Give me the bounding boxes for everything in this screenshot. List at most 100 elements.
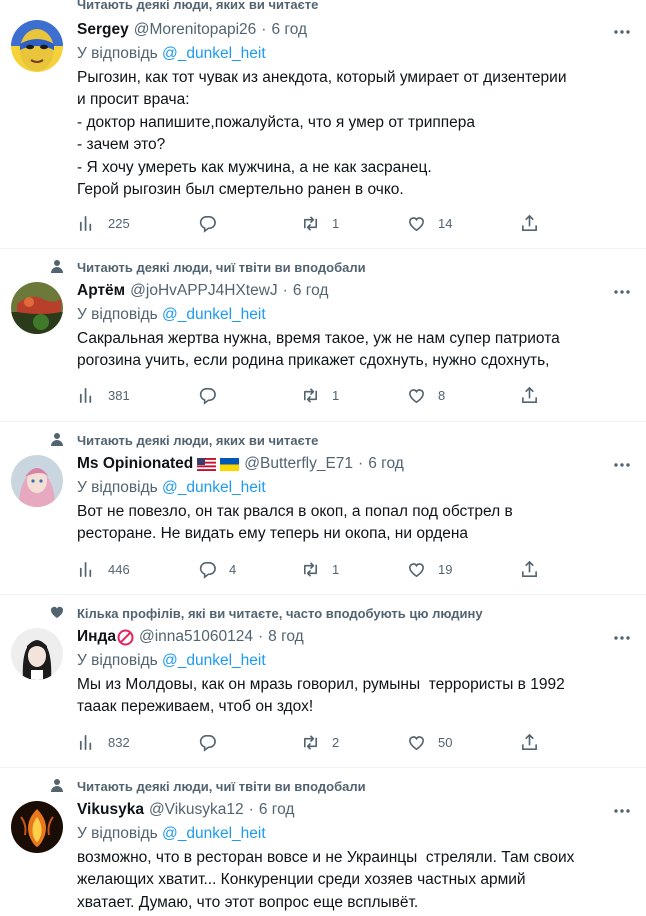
user-handle[interactable]: @inna51060124	[139, 628, 253, 646]
timestamp[interactable]: 6 год	[259, 801, 295, 819]
reply-context: У відповідь @_dunkel_heit	[77, 825, 266, 843]
retweet-count: 1	[332, 562, 340, 577]
person-icon	[51, 779, 63, 792]
like-icon	[409, 736, 424, 751]
reply-icon	[199, 388, 216, 405]
reply-context: У відповідь @_dunkel_heit	[77, 45, 266, 63]
tweet[interactable]: Читають деякі люди, чиї твіти ви вподоба…	[0, 249, 646, 421]
like-button[interactable]: 50	[407, 733, 458, 752]
more-icon[interactable]	[612, 282, 632, 302]
views-button[interactable]: 446	[77, 560, 130, 579]
tweet-text: возможно, что в ресторан вовсе и не Укра…	[77, 849, 575, 911]
avatar[interactable]	[11, 20, 63, 72]
no-entry-icon	[117, 629, 134, 645]
like-count: 14	[438, 216, 453, 231]
user-handle[interactable]: @Vikusyka12	[149, 801, 244, 819]
reply-button[interactable]	[198, 733, 249, 752]
reply-user-link[interactable]: @_dunkel_heit	[162, 479, 266, 496]
separator-dot: ·	[282, 282, 288, 299]
retweet-button[interactable]: 2	[301, 733, 352, 752]
share-button[interactable]	[520, 560, 551, 579]
tweet-text: Сакральная жертва нужна, время такое, уж…	[77, 330, 560, 370]
reply-icon	[199, 216, 216, 233]
share-button[interactable]	[520, 733, 551, 752]
display-name[interactable]: Ms Opinionated	[77, 455, 193, 473]
more-icon[interactable]	[612, 628, 632, 648]
person-icon	[51, 433, 63, 446]
social-context: Читають деякі люди, яких ви читаєте	[77, 0, 319, 12]
like-button[interactable]: 19	[407, 560, 458, 579]
reply-button[interactable]	[198, 386, 249, 405]
views-icon	[79, 734, 92, 751]
action-bar: 446 4 1 19	[77, 560, 547, 582]
retweet-button[interactable]: 1	[301, 386, 352, 405]
tweet[interactable]: Читають деякі люди, яких ви читаєте Serg…	[0, 0, 646, 248]
retweet-button[interactable]: 1	[301, 214, 352, 233]
retweet-button[interactable]: 1	[301, 560, 352, 579]
timestamp[interactable]: 6 год	[368, 455, 404, 473]
tweet[interactable]: Читають деякі люди, яких ви читаєте Ms O…	[0, 422, 646, 594]
timestamp[interactable]: 6 год	[293, 282, 329, 300]
views-button[interactable]: 832	[77, 733, 130, 752]
ukraine-flag-icon	[220, 457, 240, 471]
avatar[interactable]	[11, 801, 63, 853]
share-button[interactable]	[520, 386, 551, 405]
views-icon	[79, 561, 92, 578]
tweet[interactable]: Читають деякі люди, чиї твіти ви вподоба…	[0, 768, 646, 916]
reply-prefix: У відповідь	[77, 479, 158, 496]
reply-user-link[interactable]: @_dunkel_heit	[162, 45, 266, 62]
views-button[interactable]: 225	[77, 214, 130, 233]
views-count: 832	[108, 735, 130, 750]
retweet-icon	[303, 562, 318, 577]
display-name[interactable]: Инда	[77, 628, 116, 646]
reply-user-link[interactable]: @_dunkel_heit	[162, 652, 266, 669]
views-count: 225	[108, 216, 130, 231]
views-button[interactable]: 381	[77, 386, 130, 405]
reply-prefix: У відповідь	[77, 825, 158, 842]
user-handle[interactable]: @joHvAPPJ4HXtewJ	[130, 282, 278, 300]
reply-context: У відповідь @_dunkel_heit	[77, 306, 266, 324]
more-icon[interactable]	[612, 22, 632, 42]
separator-dot: ·	[358, 455, 364, 472]
more-icon[interactable]	[612, 455, 632, 475]
reply-button[interactable]	[198, 214, 249, 233]
reply-prefix: У відповідь	[77, 652, 158, 669]
separator-dot: ·	[248, 801, 254, 818]
display-name[interactable]: Vikusyka	[77, 801, 144, 819]
action-bar: 381 1 8	[77, 386, 547, 408]
views-count: 381	[108, 388, 130, 403]
reply-user-link[interactable]: @_dunkel_heit	[162, 306, 266, 323]
like-icon	[409, 563, 424, 578]
like-icon	[409, 389, 424, 404]
reply-context: У відповідь @_dunkel_heit	[77, 652, 266, 670]
display-name[interactable]: Артём	[77, 282, 125, 300]
display-name[interactable]: Sergey	[77, 21, 129, 39]
reply-prefix: У відповідь	[77, 306, 158, 323]
share-button[interactable]	[520, 214, 551, 233]
reply-icon	[199, 735, 216, 752]
share-icon	[522, 386, 537, 403]
social-context: Читають деякі люди, чиї твіти ви вподоба…	[77, 779, 366, 794]
reply-button[interactable]: 4	[198, 560, 249, 579]
share-icon	[522, 214, 537, 231]
user-handle[interactable]: @Morenitopapi26	[134, 21, 257, 39]
tweet-text: Мы из Молдовы, как он мразь говорил, рум…	[77, 676, 565, 716]
retweet-icon	[303, 216, 318, 231]
avatar[interactable]	[11, 628, 63, 680]
avatar[interactable]	[11, 455, 63, 507]
timestamp[interactable]: 6 год	[271, 21, 307, 39]
user-handle[interactable]: @Butterfly_E71	[244, 455, 353, 473]
reply-user-link[interactable]: @_dunkel_heit	[162, 825, 266, 842]
retweet-count: 1	[332, 216, 340, 231]
tweet[interactable]: Кілька профілів, які ви читаєте, часто в…	[0, 595, 646, 767]
timestamp[interactable]: 8 год	[268, 628, 304, 646]
retweet-count: 2	[332, 735, 340, 750]
like-count: 8	[438, 388, 446, 403]
like-button[interactable]: 14	[407, 214, 458, 233]
avatar[interactable]	[11, 282, 63, 334]
more-icon[interactable]	[612, 801, 632, 821]
views-icon	[79, 387, 92, 404]
tweet-text: Вот не повезло, он так рвался в окоп, а …	[77, 503, 513, 543]
like-button[interactable]: 8	[407, 386, 458, 405]
tweet-text: Рыгозин, как тот чувак из анекдота, кото…	[77, 69, 567, 199]
